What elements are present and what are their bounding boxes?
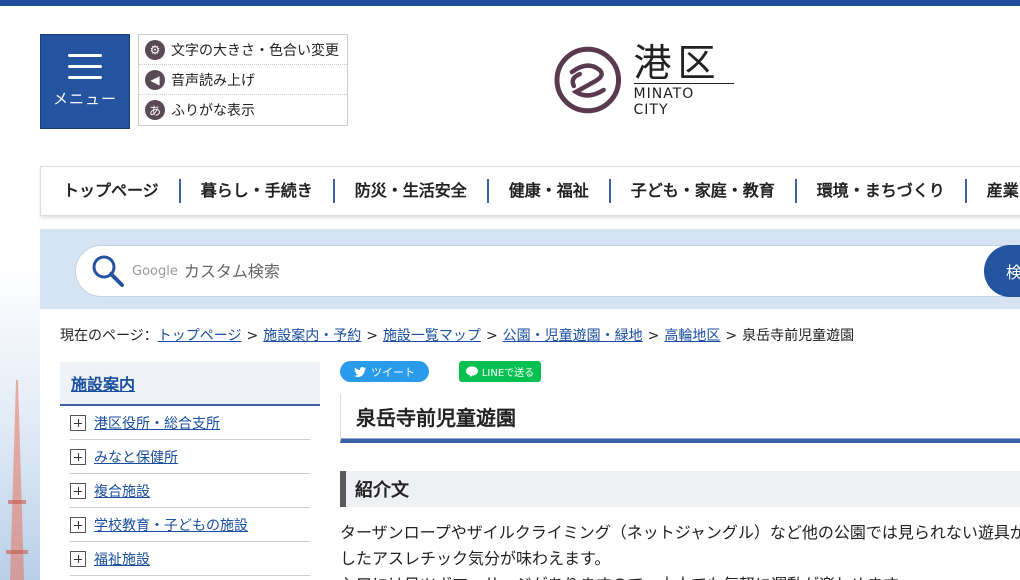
nav-item-industry[interactable]: 産業・ [964, 179, 1020, 203]
search-box: Google [75, 245, 1020, 297]
minato-emblem-icon [554, 46, 622, 114]
twitter-bird-icon [354, 366, 366, 377]
side-navigation: 施設案内 港区役所・総合支所 みなと保健所 複合施設 学校教育・子どもの施設 福… [60, 362, 320, 576]
hamburger-icon [68, 54, 102, 80]
top-accent-bar [0, 0, 1020, 6]
breadcrumb-link[interactable]: トップページ [158, 328, 242, 344]
breadcrumb-link[interactable]: 公園・児童遊園・緑地 [503, 328, 643, 344]
side-nav-title[interactable]: 施設案内 [60, 362, 320, 406]
breadcrumb: 現在のページ：トップページ > 施設案内・予約 > 施設一覧マップ > 公園・児童遊園・緑地… [60, 328, 855, 344]
nav-item-children[interactable]: 子ども・家庭・教育 [608, 179, 795, 203]
breadcrumb-current: 泉岳寺前児童遊園 [742, 328, 855, 344]
page-title: 泉岳寺前児童遊園 [340, 394, 1020, 443]
expand-plus-icon[interactable] [70, 414, 86, 431]
introduction-text: ターザンロープやザイルクライミング（ネットジャングル）など他の公園では見られない… [340, 520, 1020, 580]
hiragana-a-icon: あ [145, 100, 165, 120]
side-nav-item[interactable]: 福祉施設 [70, 542, 310, 576]
search-icon [92, 255, 124, 287]
line-share-button[interactable]: LINEで送る [459, 361, 541, 382]
side-nav-item[interactable]: 複合施設 [70, 474, 310, 508]
side-nav-label[interactable]: みなと保健所 [94, 447, 178, 467]
text-line: したアスレチック気分が味わえます。 [340, 549, 611, 568]
breadcrumb-link[interactable]: 施設案内・予約 [263, 328, 361, 344]
side-nav-item[interactable]: 学校教育・子どもの施設 [70, 508, 310, 542]
nav-item-safety[interactable]: 防災・生活安全 [332, 179, 487, 203]
text-line: ターザンロープやザイルクライミング（ネットジャングル）など他の公園では見られない… [340, 523, 1020, 542]
speaker-icon: ◀ [145, 69, 165, 90]
social-share: ツイート LINEで送る [340, 361, 541, 382]
furigana-link[interactable]: あ ふりがな表示 [139, 95, 347, 125]
tool-label: 文字の大きさ・色合い変更 [171, 42, 339, 59]
line-share-label: LINEで送る [481, 368, 535, 379]
line-icon [465, 366, 478, 377]
tokyo-tower-illustration [6, 380, 28, 580]
logo-city-name: MINATO CITY [633, 82, 734, 118]
side-nav-label[interactable]: 福祉施設 [94, 549, 150, 569]
tool-label: 音声読み上げ [171, 72, 255, 89]
section-heading: 紹介文 [340, 471, 1020, 507]
search-input[interactable] [183, 261, 884, 281]
side-nav-item[interactable]: 港区役所・総合支所 [70, 406, 310, 440]
text-line: 入口には日ツボマッサージがありますので、大人でも気軽に運動が楽しめます。 [340, 572, 1020, 580]
nav-item-living[interactable]: 暮らし・手続き [178, 179, 333, 203]
side-nav-label[interactable]: 港区役所・総合支所 [94, 413, 220, 433]
voice-reading-link[interactable]: ◀ 音声読み上げ [139, 65, 347, 95]
menu-label: メニュー [52, 90, 117, 108]
nav-item-environment[interactable]: 環境・まちづくり [794, 179, 965, 203]
tweet-button[interactable]: ツイート [340, 361, 429, 382]
tweet-label: ツイート [371, 365, 415, 379]
menu-button[interactable]: メニュー [40, 34, 130, 129]
breadcrumb-link[interactable]: 施設一覧マップ [383, 328, 481, 344]
side-nav-item[interactable]: みなと保健所 [70, 440, 310, 474]
nav-item-health[interactable]: 健康・福祉 [486, 179, 609, 203]
expand-plus-icon[interactable] [70, 482, 86, 499]
logo-ward-name: 港区 [633, 40, 722, 85]
expand-plus-icon[interactable] [70, 516, 86, 533]
gear-icon: ⚙ [145, 39, 165, 60]
google-label: Google [132, 263, 178, 279]
font-color-settings-link[interactable]: ⚙ 文字の大きさ・色合い変更 [139, 35, 347, 65]
expand-plus-icon[interactable] [70, 550, 86, 567]
side-nav-label[interactable]: 複合施設 [94, 481, 150, 501]
tool-label: ふりがな表示 [171, 103, 255, 119]
expand-plus-icon[interactable] [70, 448, 86, 465]
breadcrumb-prefix: 現在のページ： [60, 328, 158, 344]
site-logo[interactable]: 港区 MINATO CITY [554, 40, 734, 118]
breadcrumb-link[interactable]: 高輪地区 [664, 328, 720, 344]
global-navigation: トップページ 暮らし・手続き 防災・生活安全 健康・福祉 子ども・家庭・教育 環… [40, 166, 1020, 216]
side-nav-label[interactable]: 学校教育・子どもの施設 [94, 515, 248, 535]
accessibility-tools: ⚙ 文字の大きさ・色合い変更 ◀ 音声読み上げ あ ふりがな表示 [138, 34, 348, 126]
nav-item-top[interactable]: トップページ [41, 179, 179, 203]
